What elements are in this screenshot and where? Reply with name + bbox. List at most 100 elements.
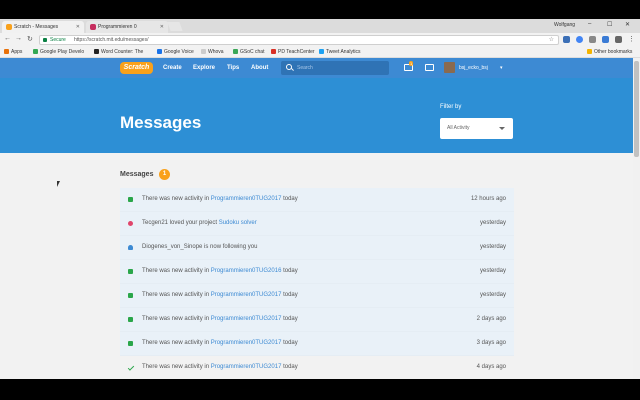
messages-heading: Messages — [120, 171, 154, 178]
message-link[interactable]: Programmieren0TUG2017 — [211, 292, 282, 298]
message-link[interactable]: Programmieren0TUG2017 — [211, 364, 282, 370]
lock-icon — [43, 38, 47, 42]
message-text-part: There was new activity in — [142, 364, 211, 370]
close-window-button[interactable]: ✕ — [625, 21, 630, 28]
message-time: 4 days ago — [476, 364, 506, 370]
tab-strip: Scratch - Messages ✕ Programmieren 0 ✕ W… — [0, 19, 640, 33]
scratch-logo[interactable]: Scratch — [120, 62, 153, 74]
message-text-part: There was new activity in — [142, 196, 211, 202]
tab-programmieren[interactable]: Programmieren 0 ✕ — [86, 21, 168, 33]
close-tab-icon[interactable]: ✕ — [160, 21, 164, 33]
filter-value: All Activity — [447, 125, 470, 131]
url-text[interactable]: https://scratch.mit.edu/messages/ — [74, 36, 148, 44]
extension-icon[interactable] — [602, 36, 609, 43]
search-input[interactable] — [297, 64, 382, 72]
message-link[interactable]: Programmieren0TUG2016 — [211, 268, 282, 274]
nav-tips[interactable]: Tips — [227, 58, 239, 78]
message-link[interactable]: Programmieren0TUG2017 — [211, 196, 282, 202]
message-text-suffix: today — [281, 268, 298, 274]
message-text: There was new activity in Programmieren0… — [142, 356, 298, 379]
message-time: yesterday — [479, 268, 506, 274]
scratch-favicon-icon — [6, 24, 12, 30]
message-text: Diogenes_von_Sinope is now following you — [142, 236, 257, 259]
bookmark-pd-teachcenter[interactable]: PD TeachCenter — [271, 48, 315, 56]
messages-count-badge: 1 — [159, 169, 170, 180]
message-time: 2 days ago — [476, 316, 506, 322]
reload-icon[interactable]: ↻ — [27, 35, 33, 43]
bookmark-star-icon[interactable]: ☆ — [549, 36, 554, 44]
tab-title: Programmieren 0 — [98, 24, 137, 30]
message-text: There was new activity in Programmieren0… — [142, 188, 298, 211]
nav-create[interactable]: Create — [163, 58, 182, 78]
nav-explore[interactable]: Explore — [193, 58, 215, 78]
username[interactable]: bsj_ecko_bsj — [459, 58, 488, 78]
page-content: Scratch Create Explore Tips About 1 bsj_… — [0, 58, 633, 379]
message-link[interactable]: Programmieren0TUG2017 — [211, 316, 282, 322]
message-text-part: There was new activity in — [142, 268, 211, 274]
message-text-suffix: today — [281, 364, 298, 370]
extension-icon[interactable] — [576, 36, 583, 43]
gsoc-icon — [233, 49, 238, 54]
menu-icon[interactable]: ⋮ — [628, 35, 635, 43]
bookmark-word-counter[interactable]: Word Counter: The — [94, 48, 143, 56]
secure-label: Secure — [50, 37, 66, 43]
close-tab-icon[interactable]: ✕ — [76, 21, 80, 33]
new-tab-button[interactable] — [167, 22, 183, 31]
message-time: 12 hours ago — [470, 196, 506, 202]
dropdown-arrow-icon — [499, 127, 505, 130]
scrollbar-thumb[interactable] — [634, 61, 639, 157]
back-arrow-icon[interactable]: ← — [4, 35, 11, 42]
studio-icon — [128, 197, 133, 202]
maximize-button[interactable]: ☐ — [607, 21, 612, 28]
minimize-button[interactable]: – — [588, 21, 591, 27]
message-text-part: Tecgen21 loved your project — [142, 220, 219, 226]
message-time: yesterday — [479, 220, 506, 226]
tab-scratch-messages[interactable]: Scratch - Messages ✕ — [2, 21, 84, 33]
page-scrollbar[interactable] — [633, 58, 640, 379]
bookmark-google-voice[interactable]: Google Voice — [157, 48, 194, 56]
browser-window: Scratch - Messages ✕ Programmieren 0 ✕ W… — [0, 19, 640, 379]
message-text: There was new activity in Programmieren0… — [142, 308, 298, 331]
search-box — [281, 61, 389, 75]
word-counter-icon — [94, 49, 99, 54]
studio-icon — [128, 341, 133, 346]
avatar[interactable] — [444, 62, 455, 73]
message-time: yesterday — [479, 292, 506, 298]
profile-name[interactable]: Wolfgang — [554, 22, 575, 28]
activity-filter-select[interactable]: All Activity — [440, 118, 513, 139]
bookmark-gsoc-chat[interactable]: GSoC chat — [233, 48, 264, 56]
page-icon — [201, 49, 206, 54]
message-text: There was new activity in Programmieren0… — [142, 284, 298, 307]
site-nav: Scratch Create Explore Tips About 1 bsj_… — [0, 58, 633, 78]
chevron-down-icon[interactable]: ▾ — [500, 58, 503, 78]
message-text-suffix: today — [281, 340, 298, 346]
message-text-part: There was new activity in — [142, 340, 211, 346]
bookmark-other[interactable]: Other bookmarks — [587, 48, 632, 56]
bookmark-tweet-analytics[interactable]: Tweet Analytics — [319, 48, 360, 56]
message-text-suffix: today — [281, 196, 298, 202]
address-bar[interactable]: Secure https://scratch.mit.edu/messages/… — [39, 35, 559, 45]
forward-arrow-icon[interactable]: → — [15, 35, 22, 42]
google-play-icon — [33, 49, 38, 54]
extension-icon[interactable] — [589, 36, 596, 43]
message-row: There was new activity in Programmieren0… — [120, 284, 514, 308]
bookmark-whova[interactable]: Whova — [201, 48, 224, 56]
cast-icon[interactable] — [615, 36, 622, 43]
filter-label: Filter by — [440, 104, 462, 110]
bookmark-google-play[interactable]: Google Play Develo — [33, 48, 84, 56]
message-link[interactable]: Sudoku solver — [219, 220, 257, 226]
message-row: There was new activity in Programmieren0… — [120, 356, 514, 379]
message-row: There was new activity in Programmieren0… — [120, 332, 514, 356]
twitter-icon — [319, 49, 324, 54]
message-text: There was new activity in Programmieren0… — [142, 260, 298, 283]
message-link[interactable]: Programmieren0TUG2017 — [211, 340, 282, 346]
google-voice-icon — [157, 49, 162, 54]
bookmark-apps[interactable]: Apps — [4, 48, 22, 56]
my-stuff-folder-icon[interactable] — [425, 64, 434, 71]
user-follow-icon — [128, 245, 133, 250]
mouse-pointer-icon — [57, 181, 60, 187]
message-row: There was new activity in Programmieren0… — [120, 188, 514, 212]
studio-icon — [128, 293, 133, 298]
nav-about[interactable]: About — [251, 58, 268, 78]
extension-icon[interactable] — [563, 36, 570, 43]
